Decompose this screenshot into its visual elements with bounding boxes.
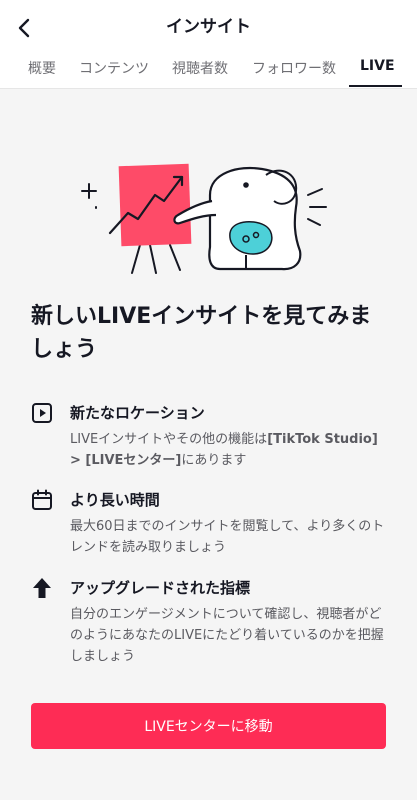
tab-overview[interactable]: 概要: [28, 58, 56, 78]
calendar-icon: [32, 489, 52, 510]
feature-description: 最大60日までのインサイトを閲覧して、より多くのトレンドを読み取りましょう: [70, 519, 385, 555]
active-tab-indicator: [349, 85, 402, 87]
tab-live[interactable]: LIVE: [360, 58, 395, 74]
live-insights-illustration: [81, 163, 327, 274]
arrow-up-icon: [33, 578, 51, 598]
feature-description: 自分のエンゲージメントについて確認し、視聴者がどのようにあなたのLIVEにたどり…: [70, 607, 384, 664]
page-title: インサイト: [166, 17, 251, 37]
go-to-live-center-button[interactable]: LIVEセンターに移動: [31, 703, 386, 749]
top-bar: インサイト 概要 コンテンツ 視聴者数 フォロワー数 LIVE: [0, 0, 417, 89]
feature-title: 新たなロケーション: [70, 404, 205, 422]
tab-content[interactable]: コンテンツ: [79, 58, 149, 78]
feature-title: より長い時間: [70, 491, 160, 509]
feature-description: LIVEインサイトやその他の機能は[TikTok Studio] > [LIVE…: [70, 432, 378, 468]
feature-title: アップグレードされた指標: [70, 579, 251, 597]
headline: 新しいLIVEインサイトを見てみましょう: [31, 304, 372, 362]
play-square-icon: [32, 403, 52, 423]
sparkle-icon: [81, 183, 97, 209]
tab-bar: 概要 コンテンツ 視聴者数 フォロワー数 LIVE: [0, 52, 417, 88]
tab-followers[interactable]: フォロワー数: [252, 58, 336, 78]
tab-viewers[interactable]: 視聴者数: [172, 58, 228, 78]
